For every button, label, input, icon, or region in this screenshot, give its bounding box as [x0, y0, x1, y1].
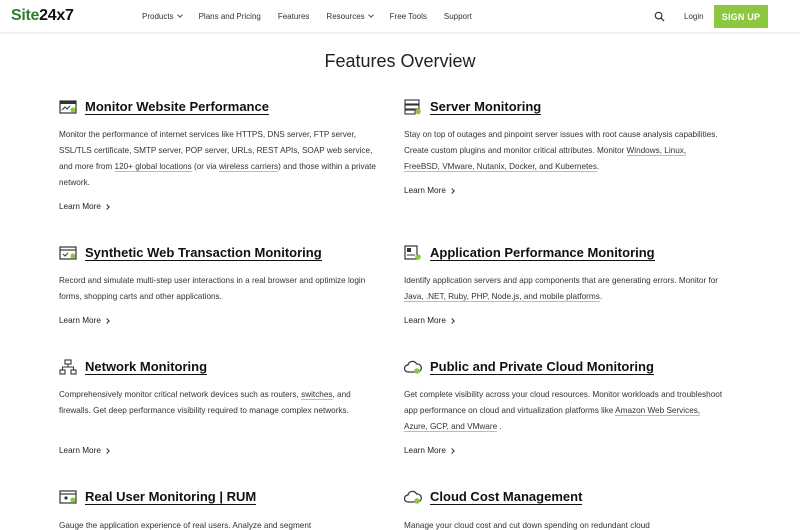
nav-free-tools[interactable]: Free Tools: [390, 12, 427, 21]
cloud-icon: [404, 360, 422, 374]
feature-title: Monitor Website Performance: [85, 99, 269, 115]
feature-website-performance: Monitor Website Performance Monitor the …: [59, 99, 379, 219]
feature-title: Server Monitoring: [430, 99, 542, 115]
learn-more-link[interactable]: Learn More: [404, 446, 455, 455]
learn-more-link[interactable]: Learn More: [59, 202, 110, 211]
chevron-right-icon: [449, 187, 455, 194]
chevron-down-icon: [176, 12, 183, 18]
nav-products[interactable]: Products: [142, 12, 183, 21]
feature-synthetic-monitoring: Synthetic Web Transaction Monitoring Rec…: [59, 245, 379, 335]
feature-title: Real User Monitoring | RUM: [85, 489, 257, 505]
feature-title: Public and Private Cloud Monitoring: [430, 359, 654, 375]
feature-description: Record and simulate multi-step user inte…: [59, 276, 366, 301]
nav-features[interactable]: Features: [278, 12, 310, 21]
main-nav: Products Plans and Pricing Features Reso…: [142, 0, 489, 33]
feature-description: Identify application servers and app com…: [404, 276, 719, 302]
nav-support-label: Support: [443, 12, 472, 21]
application-icon: [404, 245, 421, 260]
apm-platforms-link[interactable]: Java, .NET, Ruby, PHP, Node.js, and mobi…: [404, 292, 600, 302]
feature-title: Cloud Cost Management: [430, 489, 583, 505]
search-icon[interactable]: [654, 11, 665, 22]
top-navigation-bar: Site24x7 Products Plans and Pricing Feat…: [0, 0, 800, 33]
learn-more-link[interactable]: Learn More: [59, 316, 110, 325]
nav-features-label: Features: [277, 12, 310, 21]
nav-free-tools-label: Free Tools: [389, 12, 427, 21]
feature-title: Network Monitoring: [85, 359, 208, 375]
chevron-right-icon: [104, 203, 110, 210]
site24x7-logo[interactable]: Site24x7: [11, 7, 74, 25]
wireless-carriers-link[interactable]: wireless carriers: [219, 162, 279, 172]
learn-more-link[interactable]: Learn More: [59, 446, 110, 455]
signup-button[interactable]: SIGN UP: [714, 5, 768, 28]
login-link[interactable]: Login: [684, 12, 704, 21]
browser-monitor-icon: [59, 100, 77, 114]
logo-suffix: 24x7: [39, 7, 74, 24]
chevron-right-icon: [104, 447, 110, 454]
page-title: Features Overview: [324, 51, 476, 71]
nav-plans-label: Plans and Pricing: [198, 12, 261, 21]
logo-prefix: Site: [11, 7, 40, 24]
chevron-right-icon: [449, 317, 455, 324]
learn-more-link[interactable]: Learn More: [404, 316, 455, 325]
nav-plans-and-pricing[interactable]: Plans and Pricing: [199, 12, 261, 21]
chevron-right-icon: [449, 447, 455, 454]
chevron-right-icon: [104, 317, 110, 324]
feature-description: Manage your cloud cost and cut down spen…: [404, 521, 650, 530]
feature-description: Stay on top of outages and pinpoint serv…: [404, 130, 718, 172]
server-icon: [404, 99, 421, 115]
nav-support[interactable]: Support: [444, 12, 472, 21]
feature-title: Synthetic Web Transaction Monitoring: [85, 245, 322, 261]
feature-cloud-monitoring: Public and Private Cloud Monitoring Get …: [404, 359, 724, 464]
real-user-icon: [59, 490, 77, 504]
web-transaction-icon: [59, 246, 77, 260]
cloud-cost-icon: [404, 490, 422, 504]
feature-network-monitoring: Network Monitoring Comprehensively monit…: [59, 359, 379, 464]
switches-link[interactable]: switches: [301, 390, 333, 400]
global-locations-link[interactable]: 120+ global locations: [114, 162, 192, 172]
feature-real-user-monitoring: Real User Monitoring | RUM Gauge the app…: [59, 489, 379, 530]
network-icon: [59, 359, 77, 375]
feature-title: Application Performance Monitoring: [430, 245, 655, 261]
nav-resources-label: Resources: [326, 12, 365, 21]
nav-resources[interactable]: Resources: [326, 12, 374, 21]
nav-products-label: Products: [142, 12, 174, 21]
chevron-down-icon: [367, 12, 374, 18]
feature-cloud-cost-management: Cloud Cost Management Manage your cloud …: [404, 489, 724, 530]
feature-description: Monitor the performance of internet serv…: [59, 130, 376, 187]
learn-more-link[interactable]: Learn More: [404, 186, 455, 195]
feature-description: Gauge the application experience of real…: [59, 521, 312, 530]
feature-server-monitoring: Server Monitoring Stay on top of outages…: [404, 99, 724, 199]
feature-application-performance: Application Performance Monitoring Ident…: [404, 245, 724, 335]
feature-description: Comprehensively monitor critical network…: [59, 390, 351, 415]
feature-description: Get complete visibility across your clou…: [404, 390, 723, 432]
